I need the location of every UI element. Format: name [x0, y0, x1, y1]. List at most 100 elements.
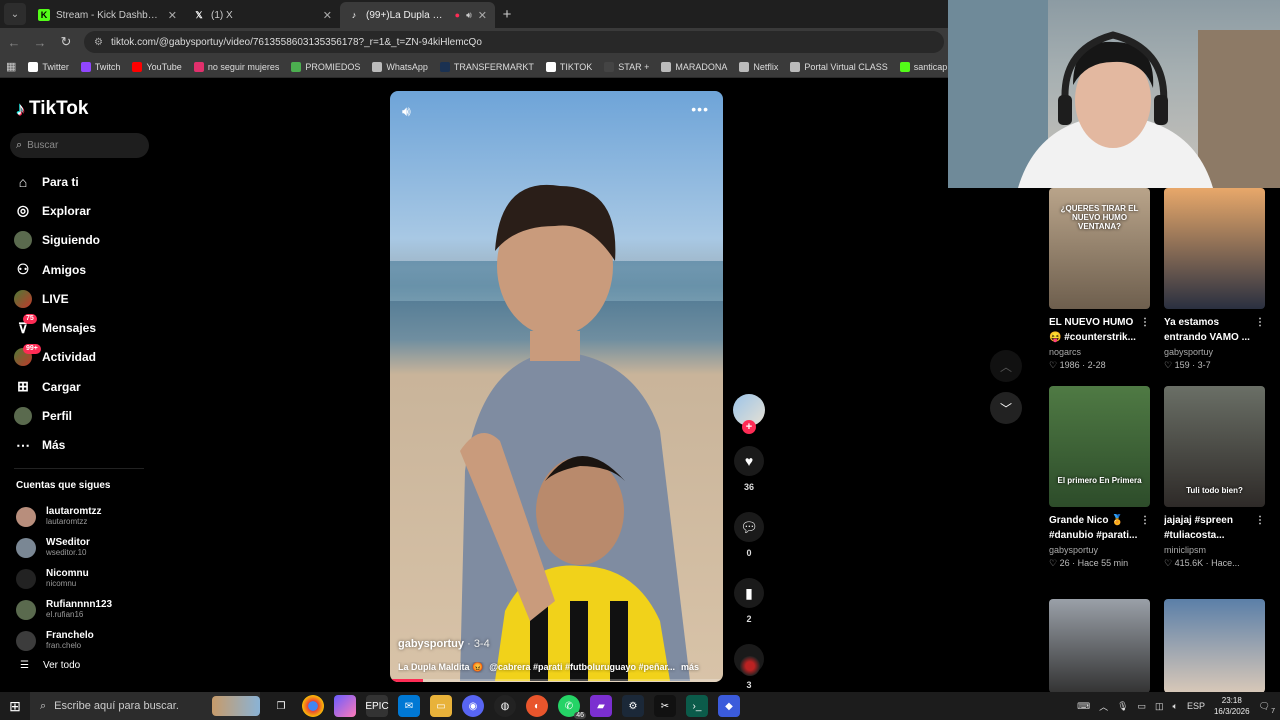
see-all-button[interactable]: ☰ Ver todo	[20, 660, 80, 671]
obs-icon[interactable]: ◍	[494, 695, 516, 717]
tab-search-button[interactable]: ⌄	[4, 3, 26, 25]
clock[interactable]: 23:18 16/3/2026	[1214, 695, 1250, 717]
caption-more-link[interactable]: más	[681, 662, 699, 673]
tiktok-logo[interactable]: ♪ TikTok	[16, 98, 88, 120]
comment-icon[interactable]: 💬︎	[734, 512, 764, 542]
bookmark-2[interactable]: YouTube	[132, 61, 182, 72]
bookmark-5[interactable]: WhatsApp	[372, 61, 428, 72]
video-title[interactable]: EL NUEVO HUMO 😝 #counterstrik... ⋮	[1049, 315, 1150, 345]
following-account[interactable]: Nicomnu nicomnu	[16, 563, 156, 594]
video-thumbnail[interactable]: El primero En Primera	[1049, 386, 1150, 507]
forward-icon[interactable]: →	[32, 35, 48, 50]
more-options-icon[interactable]: ⋮	[1255, 315, 1265, 330]
video-thumbnail[interactable]	[1049, 599, 1150, 693]
chevron-up-icon[interactable]: ︿	[1099, 700, 1108, 713]
video-thumbnail[interactable]	[1164, 188, 1265, 309]
bookmark-icon[interactable]: ▮	[734, 578, 764, 608]
video-title[interactable]: Grande Nico 🏅 #danubio #parati... ⋮	[1049, 513, 1150, 543]
save-action[interactable]: ▮ 2	[733, 578, 765, 624]
sidebar-item-siguiendo[interactable]: Siguiendo	[14, 226, 154, 255]
following-account[interactable]: Rufiannnn123 el.rufian16	[16, 594, 156, 625]
video-author[interactable]: gabysportuy	[1164, 345, 1265, 359]
browser-tab[interactable]: 𝕏 (1) X ✕	[185, 2, 340, 28]
video-title[interactable]: Ya estamos entrando VAMO ... ⋮	[1164, 315, 1265, 345]
outlook-icon[interactable]: ✉	[398, 695, 420, 717]
comment-action[interactable]: 💬︎ 0	[733, 512, 765, 558]
close-tab-icon[interactable]: ✕	[168, 9, 177, 22]
heart-icon[interactable]: ♥	[734, 446, 764, 476]
file-explorer-icon[interactable]: ▭	[430, 695, 452, 717]
video-author[interactable]: nogarcs	[1049, 345, 1150, 359]
close-tab-icon[interactable]: ✕	[323, 9, 332, 22]
video-card[interactable]: Ya estamos entrando VAMO ... ⋮ gabysportuy…	[1164, 188, 1265, 372]
bookmark-11[interactable]: Portal Virtual CLASS	[790, 61, 888, 72]
video-card[interactable]	[1049, 599, 1150, 693]
keyboard-icon[interactable]: ⌨	[1077, 701, 1090, 712]
video-thumbnail[interactable]	[1164, 599, 1265, 693]
taskbar-search[interactable]: ⌕ Escribe aquí para buscar.	[30, 692, 260, 720]
microphone-icon[interactable]: 🎙︎	[1117, 701, 1128, 712]
previous-video-button[interactable]: ︿	[990, 350, 1022, 382]
music-disc-icon[interactable]	[740, 656, 760, 676]
video-author[interactable]: gabysportuy · 3-4	[398, 638, 490, 650]
video-author[interactable]: gabysportuy	[1049, 543, 1150, 557]
chrome-icon[interactable]	[302, 695, 324, 717]
more-options-icon[interactable]: ⋮	[1255, 513, 1265, 528]
following-account[interactable]: WSeditor wseditor.10	[16, 532, 156, 563]
reload-icon[interactable]: ↻	[58, 34, 74, 50]
more-options-icon[interactable]: ⋮	[1140, 513, 1150, 528]
video-card[interactable]	[1164, 599, 1265, 693]
video-card[interactable]: El primero En Primera Grande Nico 🏅 #danu…	[1049, 386, 1150, 570]
sidebar-item-cargar[interactable]: ⊞ Cargar	[14, 372, 154, 401]
bookmark-6[interactable]: TRANSFERMARKT	[439, 61, 534, 72]
following-account[interactable]: Franchelo fran.chelo	[16, 625, 156, 656]
more-options-icon[interactable]: ⋮	[1140, 315, 1150, 330]
sidebar-item-explorar[interactable]: ◎ Explorar	[14, 196, 154, 225]
windows-start-icon[interactable]: ⊞	[0, 692, 30, 720]
browser-tab[interactable]: K Stream - Kick Dashboard ✕	[30, 2, 185, 28]
search-input[interactable]	[27, 140, 138, 151]
video-title[interactable]: jajajaj #spreen #tuliacosta... ⋮	[1164, 513, 1265, 543]
network-icon[interactable]: ◫	[1155, 701, 1164, 712]
following-account[interactable]: lautaromtzz lautaromtzz	[16, 501, 156, 532]
video-thumbnail[interactable]: Tuli todo bien?	[1164, 386, 1265, 507]
whatsapp-icon[interactable]: ✆ 46	[558, 695, 586, 719]
bookmark-0[interactable]: Twitter	[28, 61, 69, 72]
bookmark-9[interactable]: MARADONA	[661, 61, 727, 72]
epic-games-icon[interactable]: EPIC	[365, 695, 389, 717]
bookmark-8[interactable]: STAR +	[604, 61, 649, 72]
close-tab-icon[interactable]: ✕	[478, 9, 487, 22]
search-box[interactable]: ⌕	[10, 133, 149, 158]
bookmark-1[interactable]: Twitch	[80, 61, 120, 72]
sidebar-item-m-s[interactable]: ⋯ Más	[14, 431, 154, 460]
site-info-icon[interactable]: ⚙	[94, 37, 103, 48]
copilot-icon[interactable]	[334, 695, 356, 717]
caption-text[interactable]: @cabrera #parati #futboluruguayo #peñar.…	[489, 662, 675, 673]
sidebar-item-live[interactable]: LIVE	[14, 284, 154, 313]
task-view-icon[interactable]: ❐	[270, 695, 292, 717]
like-action[interactable]: ♥ 36	[733, 446, 765, 492]
caption-title[interactable]: La Dupla Maldita 😡	[398, 662, 483, 673]
sidebar-item-actividad[interactable]: 99+ Actividad	[14, 343, 154, 372]
video-player[interactable]: 🔊︎ ••• gabysportuy · 3-4 La Dupla Maldit…	[390, 91, 723, 682]
app-icon[interactable]: ◐	[526, 695, 548, 717]
new-tab-button[interactable]: +	[495, 6, 519, 23]
terminal-icon[interactable]: ›_	[686, 695, 708, 717]
next-video-button[interactable]: ﹀	[990, 392, 1022, 424]
video-author[interactable]: miniclipsm	[1164, 543, 1265, 557]
steam-icon[interactable]: ⚙	[622, 695, 644, 717]
apps-icon[interactable]: ▦	[6, 60, 16, 73]
notifications-icon[interactable]: 🗨︎ 7	[1259, 701, 1275, 715]
app-icon[interactable]: ▰	[590, 695, 612, 717]
language-indicator[interactable]: ESP	[1187, 701, 1205, 711]
browser-tab-active[interactable]: ♪ (99+)La Dupla Maldita ● 🔊︎ ✕	[340, 2, 495, 28]
follow-plus-icon[interactable]: +	[742, 420, 756, 434]
discord-icon[interactable]: ◉	[462, 695, 484, 717]
video-card[interactable]: ¿QUERES TIRAR EL NUEVO HUMO VENTANA? EL N…	[1049, 188, 1150, 372]
back-icon[interactable]: ←	[6, 35, 22, 50]
sidebar-item-amigos[interactable]: ⚇ Amigos	[14, 255, 154, 284]
bookmark-7[interactable]: TIKTOK	[545, 61, 592, 72]
bookmark-12[interactable]: santicap | Kick	[899, 61, 948, 72]
author-avatar[interactable]: +	[733, 394, 765, 434]
speaker-icon[interactable]: 🔈︎	[1173, 701, 1178, 712]
